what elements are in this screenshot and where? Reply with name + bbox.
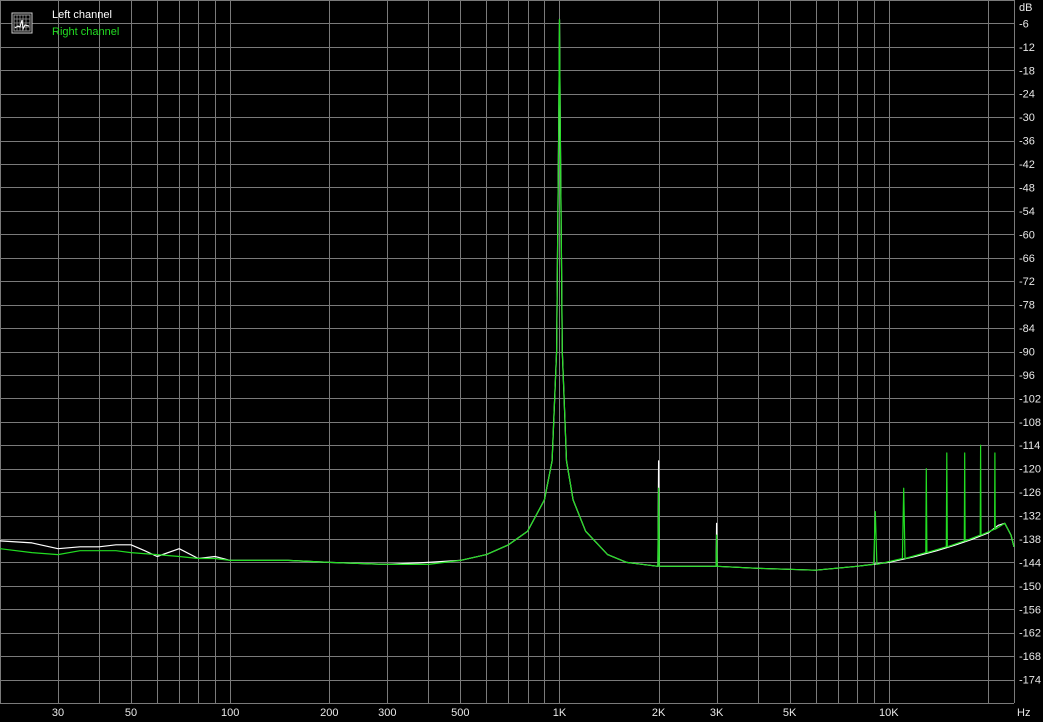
plot-background <box>0 0 1043 722</box>
x-tick-label: 200 <box>320 707 338 719</box>
x-tick-label: 100 <box>221 707 239 719</box>
x-tick-label: 1K <box>553 707 567 719</box>
y-tick-label: -114 <box>1019 440 1040 452</box>
x-tick-label: 10K <box>879 707 899 719</box>
y-tick-label: -30 <box>1019 112 1035 124</box>
y-tick-label: -150 <box>1019 581 1041 593</box>
x-tick-label: 3K <box>710 707 724 719</box>
y-tick-label: -162 <box>1019 628 1041 640</box>
y-unit-label: dB <box>1019 2 1032 14</box>
y-tick-label: -66 <box>1019 253 1035 265</box>
y-tick-label: -48 <box>1019 182 1035 194</box>
y-tick-label: -138 <box>1019 534 1041 546</box>
y-tick-label: -36 <box>1019 136 1035 148</box>
y-tick-label: -18 <box>1019 65 1035 77</box>
y-tick-label: -54 <box>1019 206 1035 218</box>
y-tick-label: -24 <box>1019 89 1035 101</box>
y-tick-label: -174 <box>1019 675 1041 687</box>
y-tick-label: -96 <box>1019 370 1035 382</box>
y-tick-label: -102 <box>1019 393 1041 405</box>
legend-right-channel: Right channel <box>52 26 119 38</box>
y-tick-label: -6 <box>1019 18 1029 30</box>
y-tick-label: -90 <box>1019 347 1035 359</box>
x-tick-label: 30 <box>52 707 64 719</box>
spectrum-plot: -6 -12 -18 -24 -30 -36 -42 -48 -54 -60 -66 -72 -78 -8… <box>0 0 1043 722</box>
x-tick-label: 300 <box>378 707 396 719</box>
legend-left-channel: Left channel <box>52 9 112 21</box>
y-tick-label: -72 <box>1019 276 1035 288</box>
x-unit-label: Hz <box>1017 707 1030 719</box>
y-tick-label: -126 <box>1019 487 1041 499</box>
y-tick-label: -12 <box>1019 42 1035 54</box>
y-tick-label: -42 <box>1019 159 1035 171</box>
x-tick-label: 2K <box>652 707 666 719</box>
x-tick-label: 500 <box>451 707 469 719</box>
y-tick-label: -156 <box>1019 604 1041 616</box>
x-tick-label: 50 <box>125 707 137 719</box>
y-tick-label: -120 <box>1019 464 1041 476</box>
y-tick-label: -108 <box>1019 417 1041 429</box>
x-tick-label: 5K <box>783 707 797 719</box>
y-tick-label: -84 <box>1019 323 1035 335</box>
y-tick-label: -60 <box>1019 229 1035 241</box>
y-tick-label: -144 <box>1019 557 1041 569</box>
y-tick-label: -168 <box>1019 651 1041 663</box>
y-tick-label: -78 <box>1019 300 1035 312</box>
y-tick-label: -132 <box>1019 511 1041 523</box>
spectrum-chart-svg: -6 -12 -18 -24 -30 -36 -42 -48 -54 -60 -66 -72 -78 -8… <box>0 0 1043 722</box>
spectrum-grid-icon[interactable] <box>11 12 33 34</box>
